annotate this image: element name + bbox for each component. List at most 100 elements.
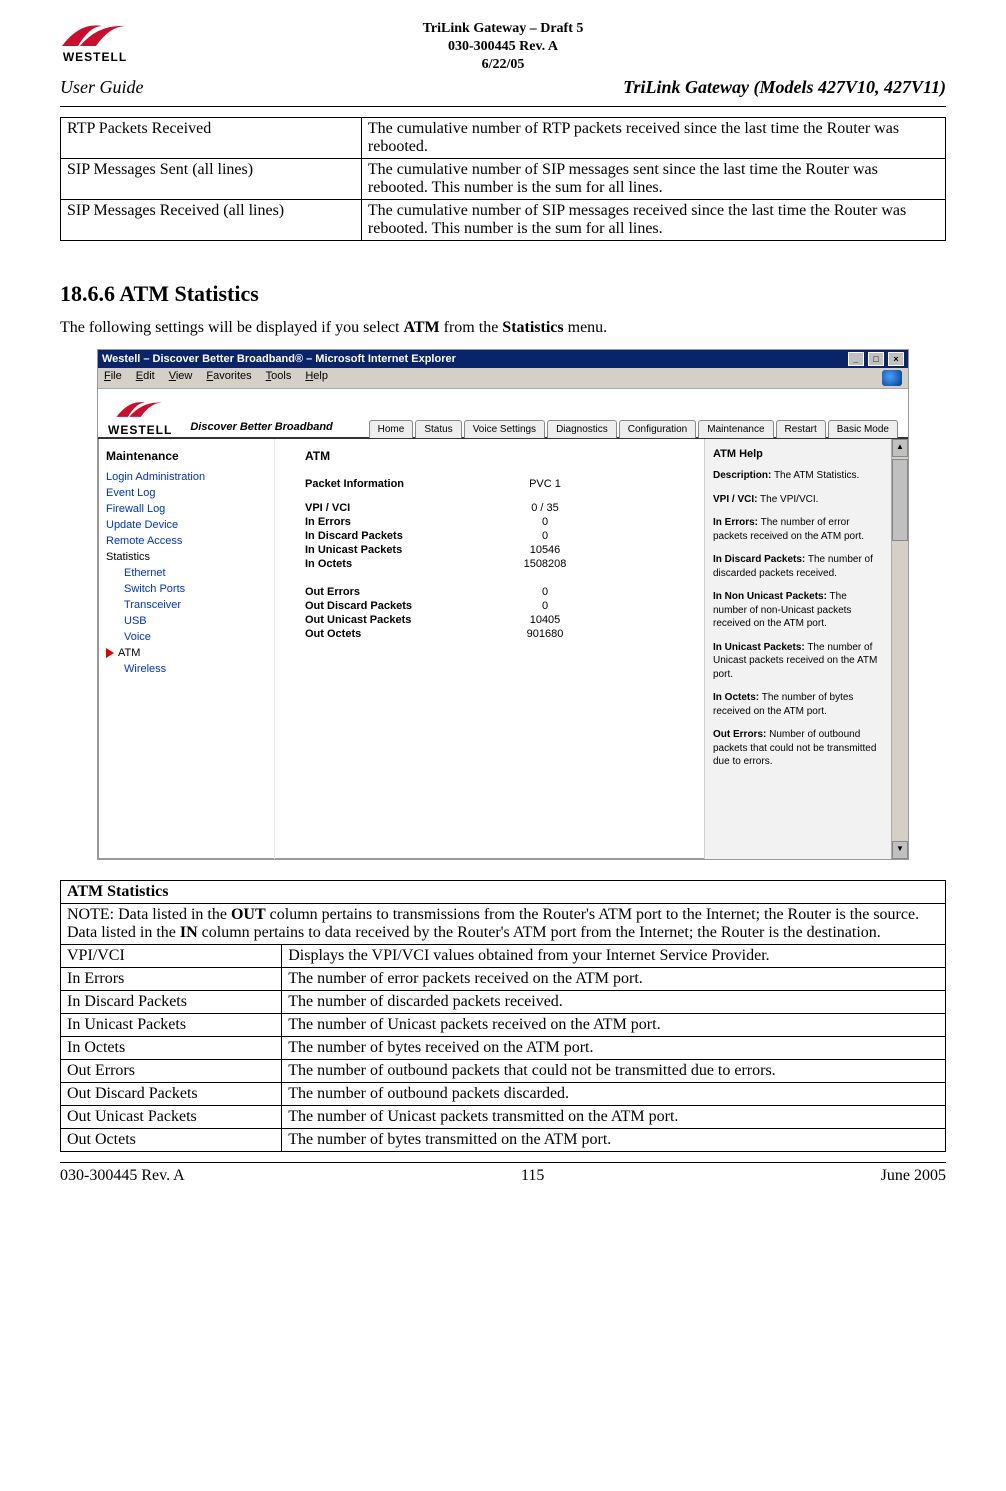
footer-right: June 2005 — [881, 1167, 946, 1185]
packet-info-heading: Packet Information — [305, 477, 485, 491]
cell-desc: The number of error packets received on … — [282, 967, 946, 990]
stat-value: 0 — [485, 515, 605, 529]
cell-label: In Errors — [61, 967, 282, 990]
sidebar-sub-voice[interactable]: Voice — [106, 629, 266, 645]
menu-edit[interactable]: Edit — [136, 370, 155, 386]
scroll-down-icon[interactable]: ▼ — [892, 841, 908, 859]
stat-value: 10546 — [485, 543, 605, 557]
cell-label: SIP Messages Received (all lines) — [61, 199, 362, 240]
sidebar-item-login[interactable]: Login Administration — [106, 469, 266, 485]
menu-help[interactable]: Help — [305, 370, 328, 386]
brand-name: WESTELL — [108, 423, 172, 437]
help-item: VPI / VCI: The VPI/VCI. — [713, 493, 883, 507]
sidebar-sub-ethernet[interactable]: Ethernet — [106, 565, 266, 581]
help-item-label: Description: — [713, 470, 771, 481]
menu-view[interactable]: View — [169, 370, 193, 386]
tab-voice-settings[interactable]: Voice Settings — [464, 420, 545, 438]
tab-configuration[interactable]: Configuration — [619, 420, 696, 438]
tab-maintenance[interactable]: Maintenance — [698, 420, 773, 438]
table-note-row: NOTE: Data listed in the OUT column pert… — [61, 903, 946, 944]
logo-text: WESTELL — [63, 50, 127, 64]
sidebar-item-update-device[interactable]: Update Device — [106, 517, 266, 533]
browser-menubar: File Edit View Favorites Tools Help — [98, 368, 908, 389]
cell-desc: The number of Unicast packets received o… — [282, 1013, 946, 1036]
stat-value: 1508208 — [485, 557, 605, 571]
tab-home[interactable]: Home — [369, 420, 414, 438]
table-row: SIP Messages Received (all lines) The cu… — [61, 199, 946, 240]
scroll-thumb[interactable] — [892, 459, 908, 541]
footer-left: 030-300445 Rev. A — [60, 1167, 185, 1185]
cell-desc: The number of Unicast packets transmitte… — [282, 1105, 946, 1128]
cell-desc: The number of bytes transmitted on the A… — [282, 1128, 946, 1151]
doc-title-line1: TriLink Gateway – Draft 5 — [60, 20, 946, 38]
main-tabs: Home Status Voice Settings Diagnostics C… — [369, 420, 898, 438]
menu-favorites[interactable]: Favorites — [206, 370, 251, 386]
maximize-icon[interactable]: □ — [868, 352, 884, 366]
note-bold-in: IN — [180, 924, 198, 941]
stat-label: In Octets — [305, 557, 485, 571]
sidebar-item-firewall-log[interactable]: Firewall Log — [106, 501, 266, 517]
note-bold-out: OUT — [231, 906, 266, 923]
westell-logo: WESTELL — [60, 20, 130, 64]
user-guide-label: User Guide — [60, 77, 144, 98]
stat-value: 10405 — [485, 613, 605, 627]
stat-label: Out Discard Packets — [305, 599, 485, 613]
table-row: In Discard PacketsThe number of discarde… — [61, 990, 946, 1013]
help-item: In Discard Packets: The number of discar… — [713, 553, 883, 580]
window-title: Westell – Discover Better Broadband® – M… — [102, 353, 456, 365]
help-item: Description: The ATM Statistics. — [713, 469, 883, 483]
sidebar-item-remote-access[interactable]: Remote Access — [106, 533, 266, 549]
cell-label: SIP Messages Sent (all lines) — [61, 158, 362, 199]
close-icon[interactable]: × — [888, 352, 904, 366]
help-item: In Octets: The number of bytes received … — [713, 691, 883, 718]
stat-value: 0 / 35 — [485, 501, 605, 515]
help-item-label: Out Errors: — [713, 729, 766, 740]
tab-basic-mode[interactable]: Basic Mode — [828, 420, 898, 438]
logo-swoosh-icon — [115, 395, 165, 423]
sidebar-sub-switch-ports[interactable]: Switch Ports — [106, 581, 266, 597]
sidebar-sub-usb[interactable]: USB — [106, 613, 266, 629]
cell-label: Out Discard Packets — [61, 1082, 282, 1105]
cell-label: VPI/VCI — [61, 944, 282, 967]
minimize-icon[interactable]: _ — [848, 352, 864, 366]
scroll-up-icon[interactable]: ▲ — [892, 439, 908, 457]
cell-desc: The number of outbound packets discarded… — [282, 1082, 946, 1105]
tab-status[interactable]: Status — [415, 420, 461, 438]
cell-label: In Discard Packets — [61, 990, 282, 1013]
cell-label: RTP Packets Received — [61, 117, 362, 158]
table-row: Out Unicast PacketsThe number of Unicast… — [61, 1105, 946, 1128]
scroll-track[interactable] — [892, 543, 908, 841]
table-row: RTP Packets Received The cumulative numb… — [61, 117, 946, 158]
menu-file[interactable]: File — [104, 370, 122, 386]
tab-diagnostics[interactable]: Diagnostics — [547, 420, 617, 438]
table-row: In OctetsThe number of bytes received on… — [61, 1036, 946, 1059]
stat-value: 0 — [485, 599, 605, 613]
help-item-text: The ATM Statistics. — [771, 470, 859, 481]
help-item: In Non Unicast Packets: The number of no… — [713, 590, 883, 631]
sidebar-title: Maintenance — [106, 449, 266, 463]
help-item: In Unicast Packets: The number of Unicas… — [713, 641, 883, 682]
cell-label: Out Errors — [61, 1059, 282, 1082]
voip-stats-table: RTP Packets Received The cumulative numb… — [60, 117, 946, 241]
scrollbar[interactable]: ▲ ▼ — [891, 439, 908, 859]
stat-label: Out Octets — [305, 627, 485, 641]
sidebar-item-event-log[interactable]: Event Log — [106, 485, 266, 501]
cell-desc: Displays the VPI/VCI values obtained fro… — [282, 944, 946, 967]
sidebar-sub-wireless[interactable]: Wireless — [106, 661, 266, 677]
menu-tools[interactable]: Tools — [266, 370, 292, 386]
sidebar-sub-transceiver[interactable]: Transceiver — [106, 597, 266, 613]
help-item: Out Errors: Number of outbound packets t… — [713, 728, 883, 769]
main-panel: ATM Packet Information PVC 1 VPI / VCI I… — [275, 439, 704, 859]
panel-title: ATM — [305, 449, 694, 463]
help-item: In Errors: The number of error packets r… — [713, 516, 883, 543]
app-logo: WESTELL — [108, 395, 172, 437]
cell-desc: The number of outbound packets that coul… — [282, 1059, 946, 1082]
tab-restart[interactable]: Restart — [776, 420, 826, 438]
help-item-label: In Octets: — [713, 692, 759, 703]
doc-title-line3: 6/22/05 — [60, 56, 946, 74]
intro-bold-statistics: Statistics — [502, 319, 563, 336]
ie-logo-icon — [882, 370, 902, 386]
intro-text: The following settings will be displayed… — [60, 319, 404, 336]
help-item-label: In Unicast Packets: — [713, 642, 805, 653]
cell-label: Out Octets — [61, 1128, 282, 1151]
